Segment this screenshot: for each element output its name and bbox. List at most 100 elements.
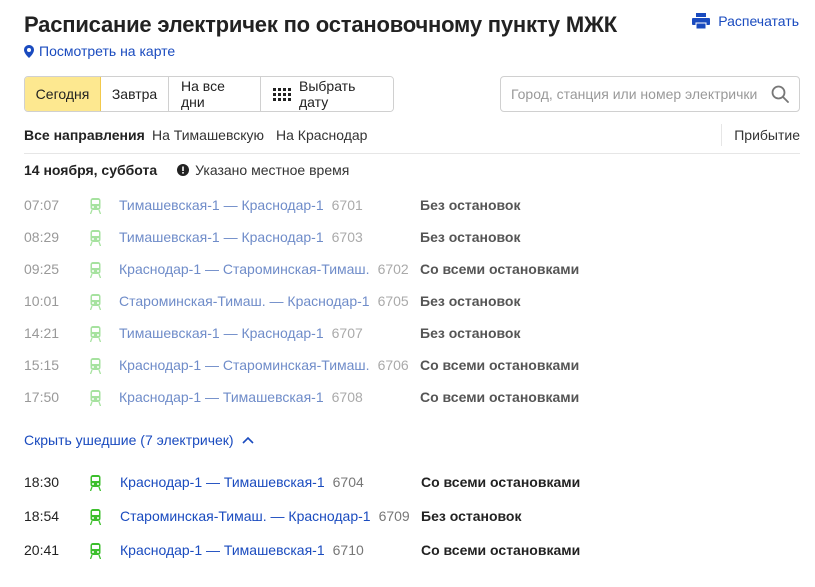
stops-info: Без остановок [420, 325, 521, 341]
chevron-up-icon [242, 436, 254, 444]
stops-info: Без остановок [420, 197, 521, 213]
direction-tabs: Все направления На Тимашевскую На Красно… [24, 124, 800, 154]
route-name: Староминская-Тимаш. — Краснодар-1 [120, 508, 371, 524]
route-name: Староминская-Тимаш. — Краснодар-1 [119, 293, 370, 309]
page-title: Расписание электричек по остановочному п… [24, 12, 617, 37]
route-name: Тимашевская-1 — Краснодар-1 [119, 229, 324, 245]
route-name: Тимашевская-1 — Краснодар-1 [119, 325, 324, 341]
route-name: Тимашевская-1 — Краснодар-1 [119, 197, 324, 213]
pick-date-label: Выбрать дату [299, 78, 356, 110]
schedule-date: 14 ноября, суббота [24, 162, 158, 178]
train-route-link[interactable]: Краснодар-1 — Тимашевская-1 6704 [120, 474, 364, 490]
train-route-link[interactable]: Краснодар-1 — Тимашевская-1 6708 [119, 389, 363, 405]
local-time-note-text: Указано местное время [195, 162, 350, 178]
stops-info: Со всеми остановками [420, 357, 580, 373]
print-label: Распечатать [718, 13, 799, 29]
departure-time: 10:01 [24, 293, 60, 309]
train-row[interactable]: 07:07 Тимашевская-1 — Краснодар-1 6701 Без … [24, 197, 800, 217]
route-name: Краснодар-1 — Староминская-Тимаш. [119, 357, 370, 373]
departure-time: 08:29 [24, 229, 60, 245]
search-input[interactable] [511, 86, 771, 102]
train-number: 6704 [332, 474, 364, 490]
arrival-toggle[interactable]: Прибытие [734, 127, 800, 143]
train-number: 6710 [332, 542, 364, 558]
search-box [500, 76, 800, 112]
pick-date-button[interactable]: Выбрать дату [261, 77, 393, 111]
train-number: 6709 [378, 508, 410, 524]
today-button[interactable]: Сегодня [25, 77, 101, 111]
train-number: 6707 [331, 325, 363, 341]
all-days-button[interactable]: На все дни [169, 77, 261, 111]
map-link[interactable]: Посмотреть на карте [24, 43, 175, 59]
route-name: Краснодар-1 — Тимашевская-1 [120, 474, 325, 490]
stops-info: Со всеми остановками [421, 542, 581, 558]
train-route-link[interactable]: Краснодар-1 — Староминская-Тимаш. 6706 [119, 357, 409, 373]
train-number: 6706 [377, 357, 409, 373]
train-number: 6705 [377, 293, 409, 309]
train-row[interactable]: 18:30 Краснодар-1 — Тимашевская-1 6704 Со в… [24, 474, 800, 494]
tab-to-krasnodar[interactable]: На Краснодар [276, 127, 367, 143]
stops-info: Без остановок [420, 229, 521, 245]
train-number: 6708 [331, 389, 363, 405]
stops-info: Без остановок [421, 508, 522, 524]
stops-info: Со всеми остановками [421, 474, 581, 490]
hide-past-toggle[interactable]: Скрыть ушедшие (7 электричек) [24, 432, 254, 448]
tab-all-directions[interactable]: Все направления [24, 127, 145, 143]
train-number: 6702 [377, 261, 409, 277]
train-row[interactable]: 20:41 Краснодар-1 — Тимашевская-1 6710 Со в… [24, 542, 800, 562]
train-number: 6703 [331, 229, 363, 245]
train-icon [90, 230, 101, 246]
print-button[interactable]: Распечатать [692, 13, 799, 29]
train-row[interactable]: 10:01 Староминская-Тимаш. — Краснодар-1 67… [24, 293, 800, 313]
route-name: Краснодар-1 — Тимашевская-1 [119, 389, 324, 405]
hide-past-label: Скрыть ушедшие (7 электричек) [24, 432, 234, 448]
train-number: 6701 [331, 197, 363, 213]
train-row[interactable]: 18:54 Староминская-Тимаш. — Краснодар-1 67… [24, 508, 800, 528]
departure-time: 17:50 [24, 389, 60, 405]
train-row[interactable]: 09:25 Краснодар-1 — Староминская-Тимаш. 67… [24, 261, 800, 281]
departure-time: 20:41 [24, 542, 60, 558]
printer-icon [692, 13, 711, 29]
train-icon [90, 543, 101, 559]
departure-time: 18:54 [24, 508, 60, 524]
stops-info: Со всеми остановками [420, 389, 580, 405]
train-icon [90, 475, 101, 491]
departure-time: 14:21 [24, 325, 60, 341]
train-row[interactable]: 15:15 Краснодар-1 — Староминская-Тимаш. 67… [24, 357, 800, 377]
train-icon [90, 262, 101, 278]
search-icon[interactable] [771, 85, 789, 103]
departure-time: 18:30 [24, 474, 60, 490]
local-time-note: Указано местное время [177, 162, 349, 178]
map-pin-icon [24, 44, 34, 58]
train-row[interactable]: 14:21 Тимашевская-1 — Краснодар-1 6707 Без … [24, 325, 800, 345]
train-route-link[interactable]: Староминская-Тимаш. — Краснодар-1 6709 [120, 508, 410, 524]
train-route-link[interactable]: Тимашевская-1 — Краснодар-1 6703 [119, 229, 363, 245]
tab-divider [721, 124, 722, 146]
stops-info: Со всеми остановками [420, 261, 580, 277]
departure-time: 15:15 [24, 357, 60, 373]
info-icon [177, 164, 190, 176]
train-row[interactable]: 17:50 Краснодар-1 — Тимашевская-1 6708 Со в… [24, 389, 800, 409]
stops-info: Без остановок [420, 293, 521, 309]
train-route-link[interactable]: Краснодар-1 — Тимашевская-1 6710 [120, 542, 364, 558]
train-icon [90, 326, 101, 342]
train-route-link[interactable]: Староминская-Тимаш. — Краснодар-1 6705 [119, 293, 409, 309]
date-info: 14 ноября, суббота Указано местное время [24, 162, 349, 178]
route-name: Краснодар-1 — Тимашевская-1 [120, 542, 325, 558]
day-selector: Сегодня Завтра На все дни Выбрать дату [24, 76, 394, 112]
map-link-label: Посмотреть на карте [39, 43, 176, 59]
tomorrow-button[interactable]: Завтра [101, 77, 169, 111]
train-icon [90, 198, 101, 214]
train-route-link[interactable]: Краснодар-1 — Староминская-Тимаш. 6702 [119, 261, 409, 277]
train-icon [90, 509, 101, 525]
train-icon [90, 294, 101, 310]
route-name: Краснодар-1 — Староминская-Тимаш. [119, 261, 370, 277]
train-route-link[interactable]: Тимашевская-1 — Краснодар-1 6701 [119, 197, 363, 213]
tab-to-timashevskaya[interactable]: На Тимашевскую [152, 127, 264, 143]
calendar-grid-icon [273, 87, 291, 101]
departure-time: 07:07 [24, 197, 60, 213]
departure-time: 09:25 [24, 261, 60, 277]
train-icon [90, 390, 101, 406]
train-row[interactable]: 08:29 Тимашевская-1 — Краснодар-1 6703 Без … [24, 229, 800, 249]
train-route-link[interactable]: Тимашевская-1 — Краснодар-1 6707 [119, 325, 363, 341]
